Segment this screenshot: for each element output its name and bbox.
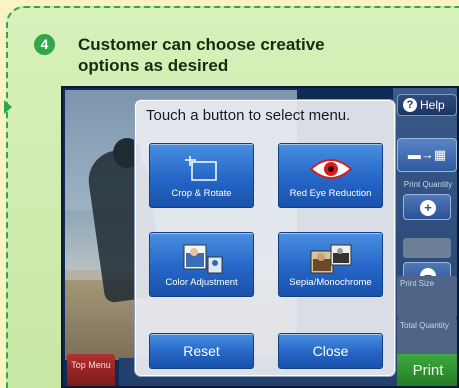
crop-rotate-icon xyxy=(182,154,222,187)
quantity-display xyxy=(403,238,451,258)
step-title: Customer can choose creative options as … xyxy=(78,35,325,75)
layout-toggle-button[interactable]: ▬→▦ xyxy=(397,138,457,172)
increase-quantity-button[interactable]: + xyxy=(403,194,451,220)
help-label: Help xyxy=(420,98,445,112)
help-icon: ? xyxy=(403,98,417,112)
color-adjustment-icon xyxy=(180,243,224,278)
reset-button[interactable]: Reset xyxy=(149,333,254,369)
print-quantity-label: Print Quantity xyxy=(403,180,453,189)
red-eye-reduction-label: Red Eye Reduction xyxy=(289,188,372,199)
close-button[interactable]: Close xyxy=(278,333,383,369)
total-quantity-label: Total Quantity xyxy=(400,321,449,330)
plus-icon: + xyxy=(420,200,436,216)
red-eye-reduction-button[interactable]: Red Eye Reduction xyxy=(278,143,383,208)
print-size-label: Print Size xyxy=(400,279,435,288)
dialog-title: Touch a button to select menu. xyxy=(146,107,351,124)
step-number-badge: 4 xyxy=(34,34,55,55)
help-button[interactable]: ? Help xyxy=(397,94,457,116)
color-adjustment-label: Color Adjustment xyxy=(165,277,238,288)
sepia-monochrome-button[interactable]: Sepia/Monochrome xyxy=(278,232,383,297)
select-menu-dialog: Touch a button to select menu. Crop & Ro… xyxy=(135,100,395,376)
pointer-arrow-icon xyxy=(4,100,12,114)
crop-rotate-button[interactable]: Crop & Rotate xyxy=(149,143,254,208)
layout-grid-icon: ▬→▦ xyxy=(407,147,447,162)
print-size-box: Print Size xyxy=(397,276,457,318)
color-adjustment-button[interactable]: Color Adjustment xyxy=(149,232,254,297)
top-menu-button[interactable]: Top Menu xyxy=(67,354,115,386)
crop-rotate-label: Crop & Rotate xyxy=(171,188,232,199)
print-button[interactable]: Print xyxy=(397,354,457,386)
red-eye-icon xyxy=(308,154,354,187)
sepia-monochrome-label: Sepia/Monochrome xyxy=(289,277,372,288)
sepia-monochrome-icon xyxy=(307,243,355,278)
